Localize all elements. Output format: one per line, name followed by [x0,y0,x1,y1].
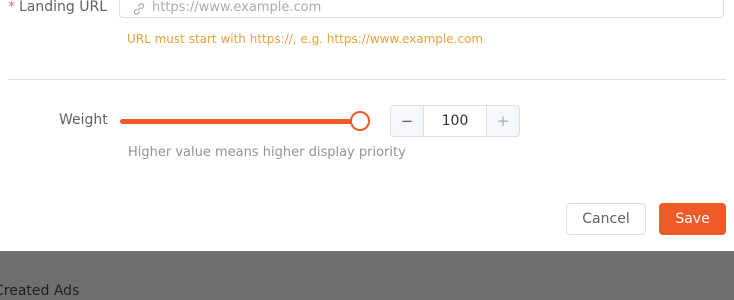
landing-url-label: * Landing URL [0,0,107,18]
weight-hint: Higher value means higher display priori… [128,145,406,160]
weight-increment-button[interactable]: + [486,106,519,136]
link-icon [132,1,146,15]
save-button[interactable]: Save [659,203,726,235]
background-section-title: Created Ads [0,283,80,299]
weight-slider-fill [120,119,360,124]
weight-slider-thumb[interactable] [350,111,370,131]
weight-stepper: − 100 + [390,105,520,137]
weight-decrement-button[interactable]: − [391,106,424,136]
landing-url-label-text: Landing URL [19,0,108,15]
landing-url-field[interactable] [119,0,724,19]
weight-slider[interactable] [120,111,370,131]
modal-backdrop[interactable]: Created Ads [0,251,734,300]
weight-value-input[interactable]: 100 [424,106,486,136]
weight-label: Weight [59,112,108,128]
ad-edit-dialog: * Landing URL URL must start with https:/… [0,0,734,251]
landing-url-input[interactable] [152,0,712,19]
cancel-button[interactable]: Cancel [566,203,646,235]
weight-slider-track[interactable] [120,119,360,124]
landing-url-hint: URL must start with https://, e.g. https… [127,32,484,46]
required-mark: * [8,0,15,15]
divider [8,79,726,80]
